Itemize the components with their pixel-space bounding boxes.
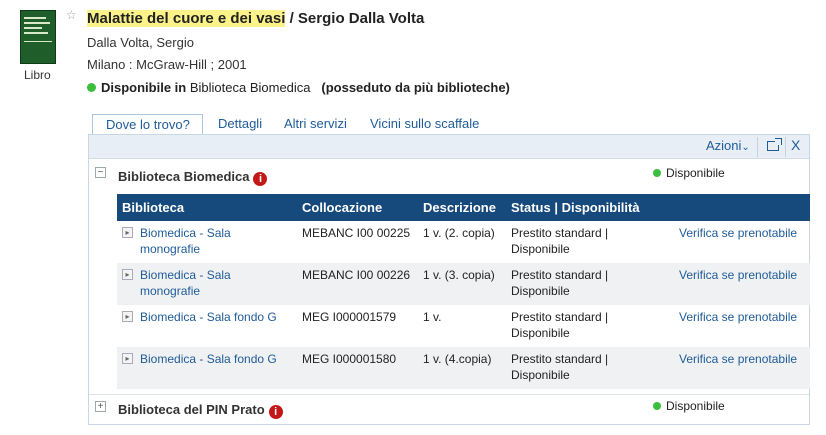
item-status: Prestito standard | Disponibile	[506, 263, 674, 305]
verify-reservable-link[interactable]: Verifica se prenotabile	[679, 268, 797, 282]
column-header-status: Status | Disponibilità	[506, 194, 674, 221]
column-header-descrizione: Descrizione	[418, 194, 506, 221]
verify-reservable-link[interactable]: Verifica se prenotabile	[679, 352, 797, 366]
item-status: Prestito standard | Disponibile	[511, 310, 609, 340]
expand-icon[interactable]: +	[95, 401, 106, 412]
material-type-label: Libro	[24, 68, 51, 82]
collapse-icon[interactable]: −	[95, 167, 106, 178]
column-header-collocazione: Collocazione	[297, 194, 418, 221]
holdings-header-row: Biblioteca Collocazione Descrizione Stat…	[117, 194, 810, 221]
item-description: 1 v. (3. copia)	[418, 263, 506, 305]
item-description: 1 v. (2. copia)	[423, 226, 495, 240]
actions-menu[interactable]: Azioni⌄	[706, 138, 750, 153]
item-description: 1 v.	[423, 310, 442, 324]
item-description: 1 v. (4.copia)	[418, 347, 506, 389]
info-icon[interactable]: i	[268, 405, 283, 419]
column-header-biblioteca: Biblioteca	[117, 194, 297, 221]
library-status-text: Disponibile	[666, 399, 725, 413]
chevron-down-icon[interactable]: ⌄	[741, 142, 749, 153]
record-title[interactable]: Malattie del cuore e dei vasi / Sergio D…	[87, 10, 424, 27]
available-dot-icon	[87, 83, 96, 92]
item-library-link[interactable]: Biomedica - Sala fondo G	[140, 309, 277, 325]
actions-label[interactable]: Azioni	[706, 138, 741, 153]
item-location: MEBANC I00 00226	[297, 263, 418, 305]
expand-arrow-icon[interactable]: ▸	[122, 269, 133, 280]
item-location: MEG I000001579	[302, 310, 397, 324]
expand-arrow-icon[interactable]: ▸	[122, 227, 133, 238]
tab-altri-servizi[interactable]: Altri servizi	[284, 116, 347, 131]
library-name: Biblioteca Biomedica i	[118, 169, 268, 186]
popout-window-icon[interactable]	[767, 138, 782, 151]
availability-library: Biblioteca Biomedica	[186, 80, 311, 95]
verify-reservable-link[interactable]: Verifica se prenotabile	[679, 226, 797, 240]
availability-prefix: Disponibile in	[101, 80, 187, 95]
library-row-biblioteca-pin-prato: + Biblioteca del PIN Prato i Disponibile	[89, 394, 809, 420]
tab-vicini-sullo-scaffale[interactable]: Vicini sullo scaffale	[370, 116, 479, 131]
table-row: ▸ Biomedica - Sala fondo G MEG I000001580…	[117, 347, 810, 389]
expand-arrow-icon[interactable]: ▸	[122, 311, 133, 322]
library-status: Disponibile	[653, 166, 725, 180]
tab-dettagli[interactable]: Dettagli	[218, 116, 262, 131]
library-name-text: Biblioteca Biomedica	[118, 169, 250, 184]
table-row: ▸ Biomedica - Sala fondo G MEG I000001579…	[117, 305, 810, 347]
item-library-link[interactable]: Biomedica - Sala monografie	[140, 267, 292, 299]
holdings-table: Biblioteca Collocazione Descrizione Stat…	[117, 194, 810, 389]
availability-summary: Disponibile in Biblioteca Biomedica (pos…	[87, 80, 510, 95]
expand-arrow-icon[interactable]: ▸	[122, 353, 133, 364]
column-header-actions	[674, 194, 810, 221]
item-library-link[interactable]: Biomedica - Sala fondo G	[140, 351, 277, 367]
title-highlight[interactable]: Malattie del cuore e dei vasi	[87, 10, 286, 27]
library-name: Biblioteca del PIN Prato i	[118, 402, 283, 419]
library-name-text: Biblioteca del PIN Prato	[118, 402, 265, 417]
table-row: ▸ Biomedica - Sala monografie MEBANC I00 …	[117, 221, 810, 263]
record-author: Dalla Volta, Sergio	[87, 35, 194, 50]
record-publication: Milano : McGraw-Hill ; 2001	[87, 57, 247, 72]
library-row-biblioteca-biomedica: − Biblioteca Biomedica i Disponibile	[89, 163, 809, 189]
tab-dove-lo-trovo[interactable]: Dove lo trovo?	[92, 114, 203, 135]
title-author-suffix[interactable]: / Sergio Dalla Volta	[285, 10, 425, 27]
panel-toolbar: Azioni⌄ X	[89, 135, 809, 159]
item-location: MEG I000001580	[297, 347, 418, 389]
close-icon[interactable]: X	[791, 137, 800, 153]
book-cover-thumbnail[interactable]	[20, 10, 56, 64]
info-icon[interactable]: i	[253, 172, 268, 186]
availability-note: (posseduto da più biblioteche)	[321, 80, 510, 95]
item-status: Prestito standard | Disponibile	[511, 226, 609, 256]
library-status-text: Disponibile	[666, 166, 725, 180]
item-library-link[interactable]: Biomedica - Sala monografie	[140, 225, 292, 257]
item-location: MEBANC I00 00225	[302, 226, 411, 240]
item-status: Prestito standard | Disponibile	[506, 347, 674, 389]
available-dot-icon	[653, 402, 661, 410]
table-row: ▸ Biomedica - Sala monografie MEBANC I00 …	[117, 263, 810, 305]
verify-reservable-link[interactable]: Verifica se prenotabile	[679, 310, 797, 324]
available-dot-icon	[653, 169, 661, 177]
library-status: Disponibile	[653, 399, 725, 413]
favorite-star-icon[interactable]: ☆	[66, 8, 77, 22]
holdings-panel: Azioni⌄ X − Biblioteca Biomedica i Dispon…	[88, 134, 810, 425]
